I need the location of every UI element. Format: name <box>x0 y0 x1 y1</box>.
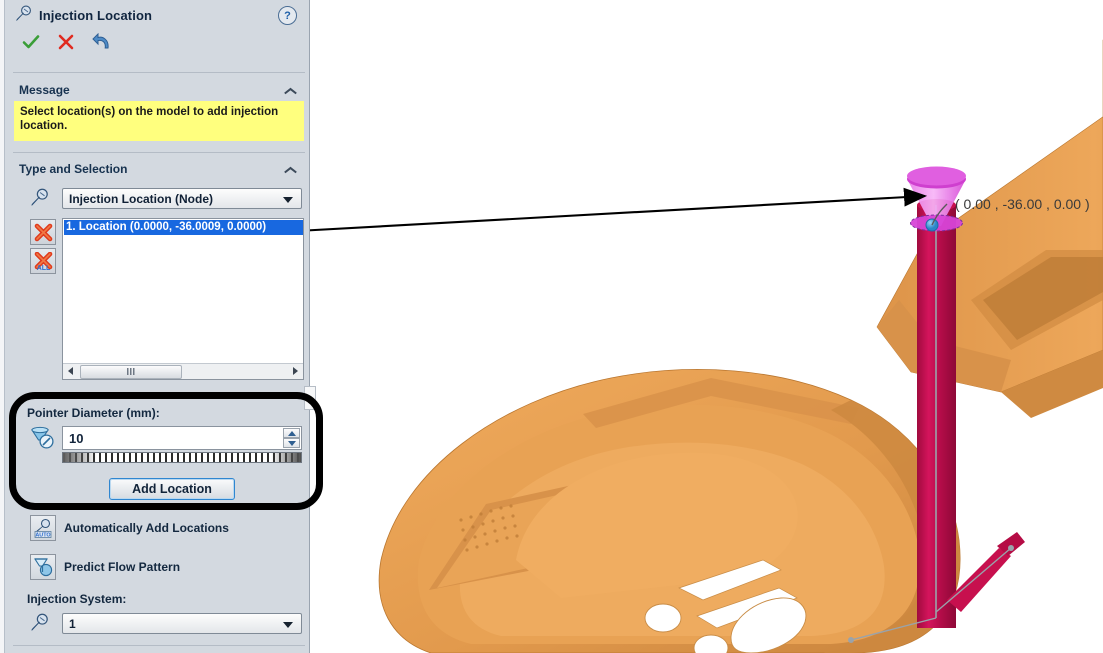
panel-resize-nub[interactable] <box>304 386 316 410</box>
chevron-up-icon[interactable] <box>284 165 297 174</box>
chevron-up-icon[interactable] <box>284 86 297 95</box>
message-text: Select location(s) on the model to add i… <box>14 101 304 141</box>
injection-system-label: Injection System: <box>27 592 126 606</box>
spinner-up-button[interactable] <box>283 428 300 438</box>
spinner-down-button[interactable] <box>283 438 300 448</box>
page-title: Injection Location <box>39 8 152 23</box>
svg-text:AUTO: AUTO <box>35 533 50 538</box>
injection-system-combo[interactable]: 1 <box>62 613 302 634</box>
pointer-diameter-input[interactable]: 10 <box>62 426 302 450</box>
accept-button[interactable] <box>22 34 40 50</box>
pointer-diameter-label: Pointer Diameter (mm): <box>27 406 160 420</box>
horizontal-scrollbar[interactable] <box>63 363 303 379</box>
model-3d-graphic <box>311 0 1103 653</box>
automatically-add-locations-label: Automatically Add Locations <box>64 521 229 535</box>
section-type-label: Type and Selection <box>19 162 127 176</box>
list-item[interactable]: 1. Location (0.0000, -36.0009, 0.0000) <box>64 220 304 235</box>
help-icon[interactable]: ? <box>278 6 297 25</box>
section-message[interactable]: Message <box>5 82 311 102</box>
injection-location-icon <box>30 613 49 635</box>
pointer-diameter-slider[interactable] <box>62 452 302 463</box>
injection-location-icon <box>30 188 49 210</box>
graphics-viewport[interactable]: ( 0.00 , -36.00 , 0.00 ) <box>311 0 1103 653</box>
panel-header: Injection Location <box>15 5 152 25</box>
predict-flow-pattern-label: Predict Flow Pattern <box>64 560 180 574</box>
automatically-add-locations-button[interactable]: AUTO <box>30 515 56 541</box>
pointer-diameter-icon <box>28 425 54 454</box>
coordinate-label: ( 0.00 , -36.00 , 0.00 ) <box>955 196 1090 212</box>
chevron-down-icon <box>283 622 293 628</box>
cancel-button[interactable] <box>58 34 74 50</box>
predict-flow-pattern-button[interactable] <box>30 554 56 580</box>
model-upper-slab <box>871 20 1103 418</box>
chevron-down-icon <box>283 197 293 203</box>
panel-action-bar <box>22 33 112 51</box>
type-combo[interactable]: Injection Location (Node) <box>62 188 302 209</box>
scroll-left-button[interactable] <box>63 364 78 378</box>
spinner-arrows <box>283 428 300 448</box>
pointer-diameter-value: 10 <box>69 431 83 446</box>
delete-all-selections-button[interactable]: ALL <box>30 248 56 274</box>
undo-arrow-icon[interactable] <box>92 33 112 51</box>
selection-list[interactable]: 1. Location (0.0000, -36.0009, 0.0000) <box>62 218 304 380</box>
add-location-button[interactable]: Add Location <box>109 478 235 500</box>
section-message-label: Message <box>19 83 70 97</box>
injection-location-icon <box>15 5 32 25</box>
type-combo-value: Injection Location (Node) <box>69 192 213 206</box>
model-main-shell <box>379 369 960 653</box>
scrollbar-thumb[interactable] <box>80 365 182 379</box>
property-manager-panel: Injection Location ? Message Select loca… <box>4 0 310 653</box>
svg-text:ALL: ALL <box>36 265 50 271</box>
scroll-right-button[interactable] <box>288 364 303 378</box>
delete-selection-button[interactable] <box>30 219 56 245</box>
injection-system-value: 1 <box>69 617 76 631</box>
section-type-and-selection[interactable]: Type and Selection <box>5 161 311 181</box>
